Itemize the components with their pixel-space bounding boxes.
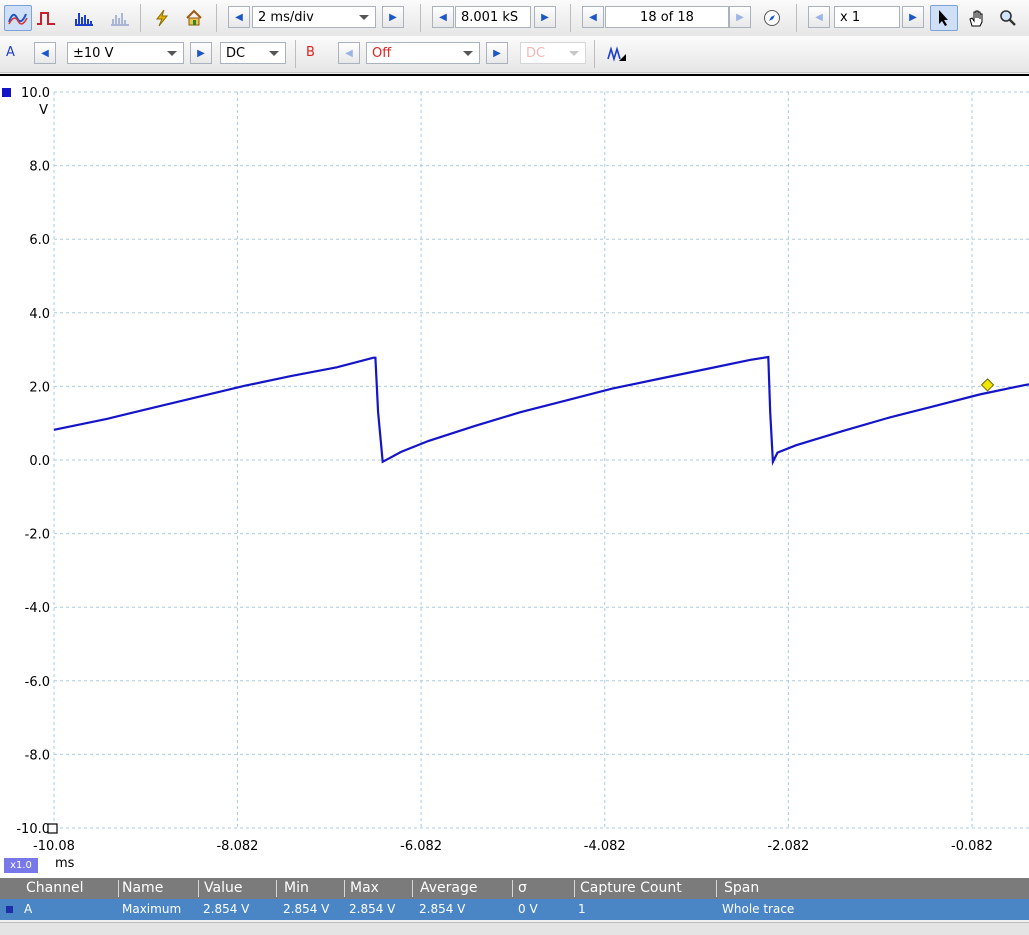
ruler-marker [980, 378, 995, 392]
x-tick-label: -2.082 [767, 839, 809, 854]
zoom-field[interactable]: x 1 [834, 6, 900, 28]
col-span[interactable]: Span [724, 880, 759, 896]
channel-b-label[interactable]: B [306, 45, 315, 60]
channel-b-range-next[interactable]: ▶ [486, 42, 508, 64]
buffer-field[interactable]: 18 of 18 [605, 6, 729, 28]
samples-prev-button[interactable]: ◀ [432, 6, 454, 28]
channel-a-label[interactable]: A [6, 45, 15, 60]
x-tick-label: -4.082 [584, 839, 626, 854]
x-tick-label: -8.082 [216, 839, 258, 854]
channel-toolbar: A ◀ ±10 V ▶ DC B ◀ Off ▶ DC [0, 36, 1029, 73]
col-value[interactable]: Value [204, 880, 242, 896]
y-tick-label: 6.0 [29, 233, 50, 248]
cell-min: 2.854 V [283, 902, 330, 916]
timebase-value: 2 ms/div [258, 9, 314, 25]
channel-a-range-next[interactable]: ▶ [190, 42, 212, 64]
x-tick-label: -10.08 [33, 839, 75, 854]
channel-a-swatch [6, 906, 13, 913]
spectrum-mode-icon[interactable] [70, 5, 98, 31]
zoom-value: x 1 [840, 9, 861, 25]
timebase-prev-button[interactable]: ◀ [228, 6, 250, 28]
buffer-prev-button[interactable]: ◀ [582, 6, 604, 28]
x-tick-label: -6.082 [400, 839, 442, 854]
y-tick-label: -2.0 [25, 528, 50, 543]
lightning-icon[interactable] [148, 5, 176, 31]
channel-a-range-value: ±10 V [73, 45, 114, 61]
y-tick-label: 8.0 [29, 160, 50, 175]
col-channel[interactable]: Channel [26, 880, 83, 896]
cell-channel: A [24, 902, 33, 916]
channel-a-range-select[interactable]: ±10 V [67, 42, 184, 64]
col-max[interactable]: Max [350, 880, 379, 896]
buffer-value: 18 of 18 [640, 9, 694, 25]
measurement-row[interactable]: A Maximum 2.854 V 2.854 V 2.854 V 2.854 … [0, 899, 1029, 920]
home-icon[interactable] [180, 5, 208, 31]
col-sigma[interactable]: σ [518, 880, 527, 896]
cell-max: 2.854 V [349, 902, 396, 916]
x-axis-unit: ms [55, 856, 75, 871]
cell-name: Maximum [122, 902, 182, 916]
scope-chart: 10.0 8.0 6.0 4.0 2.0 0.0 -2.0 -4.0 -6.0 -8.0 -10.0… [2, 86, 1029, 854]
channel-b-range-select[interactable]: Off [366, 42, 480, 64]
measurements-table[interactable]: Channel Name Value Min Max Average σ Cap… [0, 878, 1029, 922]
channel-a-trace [53, 355, 1029, 467]
y-tick-label: 0.0 [29, 454, 50, 469]
compass-icon[interactable] [758, 5, 786, 31]
y-tick-label: -6.0 [25, 675, 50, 690]
oscilloscope-plot[interactable]: 10.0 8.0 6.0 4.0 2.0 0.0 -2.0 -4.0 -6.0 -8.0 -10.0… [0, 74, 1029, 882]
measurements-header-row: Channel Name Value Min Max Average σ Cap… [0, 878, 1029, 899]
y-tick-label: 10.0 [21, 86, 50, 101]
zoom-next-button[interactable]: ▶ [902, 6, 924, 28]
channel-b-coupling-value: DC [526, 45, 546, 61]
pointer-icon[interactable] [930, 5, 958, 31]
channel-b-range-prev[interactable]: ◀ [338, 42, 360, 64]
status-bar [0, 922, 1029, 935]
hand-icon[interactable] [962, 5, 990, 31]
x-tick-label: -0.082 [951, 839, 993, 854]
y-tick-label: -10.0 [16, 822, 50, 837]
samples-value: 8.001 kS [461, 9, 519, 25]
y-axis-unit: V [39, 103, 48, 118]
samples-next-button[interactable]: ▶ [534, 6, 556, 28]
y-tick-label: -4.0 [25, 601, 50, 616]
channel-b-coupling-select: DC [520, 42, 586, 64]
col-min[interactable]: Min [284, 880, 309, 896]
col-capture-count[interactable]: Capture Count [580, 880, 682, 896]
zoom-prev-button[interactable]: ◀ [808, 6, 830, 28]
spectrum-disabled-icon [106, 5, 134, 31]
channel-a-range-prev[interactable]: ◀ [34, 42, 56, 64]
col-name[interactable]: Name [122, 880, 163, 896]
timebase-select[interactable]: 2 ms/div [252, 6, 376, 28]
cell-capture-count: 1 [578, 902, 586, 916]
math-channel-icon[interactable] [603, 41, 631, 67]
persistence-mode-icon[interactable] [32, 5, 60, 31]
magnify-icon[interactable] [994, 5, 1022, 31]
main-toolbar: ◀ 2 ms/div ▶ ◀ 8.001 kS ▶ ◀ 18 of 18 ▶ ◀… [0, 0, 1029, 37]
zoom-badge[interactable]: x1.0 [4, 858, 38, 873]
cell-average: 2.854 V [419, 902, 466, 916]
channel-b-range-value: Off [372, 45, 392, 61]
y-tick-label: -8.0 [25, 748, 50, 763]
buffer-next-button[interactable]: ▶ [729, 6, 751, 28]
x-axis-unit-row: x1.0 ms [0, 854, 1029, 876]
channel-a-coupling-value: DC [226, 45, 246, 61]
samples-field[interactable]: 8.001 kS [455, 6, 531, 28]
channel-a-axis-marker [2, 88, 11, 97]
scope-mode-icon[interactable] [4, 5, 32, 31]
col-average[interactable]: Average [420, 880, 478, 896]
cell-sigma: 0 V [518, 902, 538, 916]
cell-span: Whole trace [722, 902, 795, 916]
channel-a-coupling-select[interactable]: DC [220, 42, 286, 64]
y-tick-label: 4.0 [29, 307, 50, 322]
y-tick-label: 2.0 [29, 380, 50, 395]
timebase-next-button[interactable]: ▶ [382, 6, 404, 28]
trigger-origin-marker [47, 823, 58, 834]
cell-value: 2.854 V [203, 902, 250, 916]
